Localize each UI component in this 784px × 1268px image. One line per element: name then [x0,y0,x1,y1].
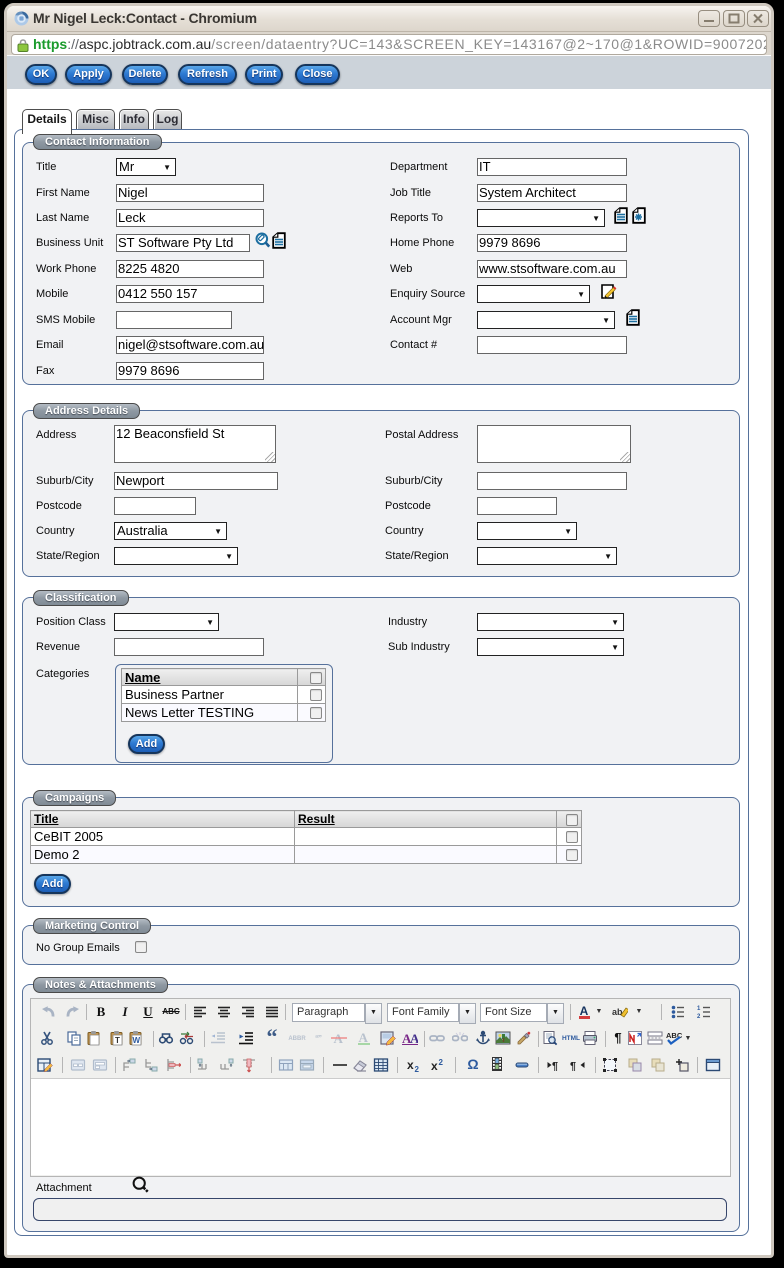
svg-text:¶: ¶ [570,1061,576,1073]
svg-text:1: 1 [697,1006,701,1012]
svg-text:2: 2 [697,1014,701,1020]
svg-text:2: 2 [415,1065,420,1073]
svg-text:x: x [407,1058,414,1072]
svg-text:¶: ¶ [552,1061,558,1073]
svg-text:ABC: ABC [666,1031,682,1040]
svg-text:A: A [410,1031,418,1046]
svg-text:W: W [133,1036,141,1045]
svg-text:2: 2 [439,1058,444,1067]
svg-text:A: A [359,1030,369,1045]
svg-text:x: x [431,1059,438,1073]
svg-text:T: T [115,1036,120,1045]
